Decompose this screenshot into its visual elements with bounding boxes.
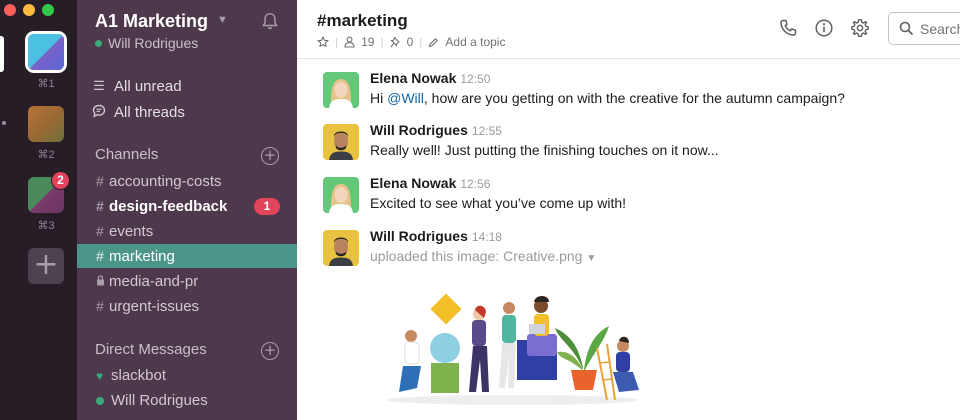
message-body: Hi @Will, how are you getting on with th… [370,90,845,106]
channel-label: design-feedback [109,197,228,215]
workspace-2-shortcut: ⌘2 [37,149,55,161]
star-icon[interactable] [317,36,329,48]
workspace-3-shortcut: ⌘3 [37,220,55,232]
search-placeholder: Search [920,20,960,37]
channel-media-and-pr[interactable]: media-and-pr [77,269,297,293]
list-icon: ☰ [93,78,105,93]
dm-section-title[interactable]: Direct Messages [95,341,207,358]
message-time: 14:18 [471,230,502,244]
active-workspace-indicator [0,36,4,72]
message-sender: Will Rodrigues 12:55 [370,122,502,138]
add-channel-button[interactable]: + [261,147,279,165]
channel-label: urgent-issues [109,297,200,315]
chevron-down-icon[interactable]: ▼ [217,14,228,26]
message-time: 12:50 [460,72,491,86]
member-icon [344,36,355,48]
heart-icon: ♥ [96,368,104,383]
workspace-rail: ⌘1 ⌘2 2 ⌘3 + [0,0,77,420]
window-close-button[interactable] [4,4,16,16]
pin-icon [389,36,399,48]
lock-icon [96,273,105,289]
user-mention[interactable]: @Will [387,90,424,106]
add-topic-link[interactable]: Add a topic [445,35,505,49]
threads-icon [91,104,107,121]
workspace-3-badge: 2 [51,171,70,190]
window-zoom-button[interactable] [42,4,54,16]
hash-icon: # [96,198,104,214]
all-threads-link[interactable]: All threads [91,102,185,122]
gear-icon[interactable] [850,18,870,38]
bell-icon[interactable] [261,12,279,30]
current-user-name[interactable]: Will Rodrigues [108,35,198,51]
channel-label: events [109,222,154,240]
member-count[interactable]: 19 [361,35,374,49]
avatar[interactable] [323,230,359,266]
workspace-1-shortcut: ⌘1 [37,78,55,90]
team-name[interactable]: A1 Marketing [95,11,208,32]
dm-label: slackbot [111,367,167,384]
avatar[interactable] [323,124,359,160]
add-dm-button[interactable]: + [261,342,279,360]
all-threads-label: All threads [114,103,185,121]
message-body: uploaded this image: Creative.png ▼ [370,248,597,264]
message-body: Excited to see what you’ve come up with! [370,195,627,211]
message-time: 12:56 [460,177,491,191]
channel-title[interactable]: #marketing [317,11,408,31]
hash-icon: # [96,173,104,189]
workspace-1-button[interactable] [28,34,64,70]
channel-design-feedback[interactable]: # design-feedback 1 [77,194,297,218]
info-icon[interactable] [814,18,834,38]
pencil-icon [429,37,439,47]
workspace-unread-dot [2,121,6,125]
channel-label: media-and-pr [109,272,199,290]
phone-icon[interactable] [778,18,798,38]
message-sender: Elena Nowak 12:50 [370,70,491,86]
workspace-2-button[interactable] [28,106,64,142]
all-unread-label: All unread [114,77,182,95]
hash-icon: # [96,298,104,314]
channel-sidebar: A1 Marketing ▼ Will Rodrigues ☰ All unre… [77,0,297,420]
unread-badge: 1 [254,198,280,215]
presence-dot [95,40,102,47]
all-unread-link[interactable]: ☰ All unread [91,76,182,96]
creative-image[interactable] [383,288,653,408]
channel-urgent-issues[interactable]: # urgent-issues [77,294,297,318]
caret-down-icon[interactable]: ▼ [586,253,596,264]
pin-count[interactable]: 0 [407,35,414,49]
channels-section-title[interactable]: Channels [95,146,158,163]
window-minimize-button[interactable] [23,4,35,16]
add-workspace-button[interactable]: + [28,248,64,284]
channel-marketing[interactable]: # marketing [77,244,297,268]
dm-slackbot[interactable]: ♥ slackbot [96,367,166,384]
channel-events[interactable]: # events [77,219,297,243]
channel-accounting-costs[interactable]: # accounting-costs [77,169,297,193]
avatar[interactable] [323,72,359,108]
channel-label: marketing [109,247,175,265]
message-sender: Elena Nowak 12:56 [370,175,491,191]
message-time: 12:55 [471,124,502,138]
presence-dot [96,396,104,405]
channel-label: accounting-costs [109,172,222,190]
search-icon [899,21,914,36]
message-body: Really well! Just putting the finishing … [370,142,719,158]
avatar[interactable] [323,177,359,213]
header-divider [297,58,960,59]
search-input[interactable]: Search [888,12,960,45]
hash-icon: # [96,248,104,264]
dm-label: Will Rodrigues [111,392,208,409]
dm-will-rodrigues[interactable]: Will Rodrigues [96,392,208,409]
channel-meta: | 19 | 0 | Add a topic [317,35,505,49]
message-sender: Will Rodrigues 14:18 [370,228,502,244]
hash-icon: # [96,223,104,239]
